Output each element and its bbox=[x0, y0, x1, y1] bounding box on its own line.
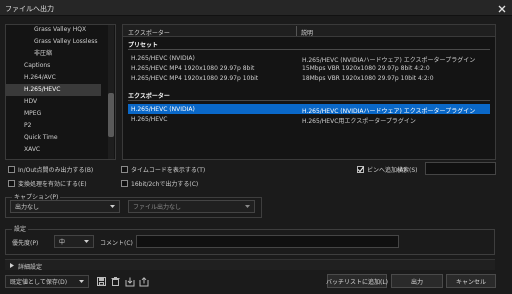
category-item[interactable]: Grass Valley HQX bbox=[6, 25, 101, 36]
exporter-row[interactable]: H.265/HEVC H.265/HEVC用エクスポータープラグイン bbox=[128, 114, 490, 125]
category-item[interactable]: H.265/HEVC bbox=[6, 84, 101, 96]
category-item[interactable]: 非圧縮 bbox=[6, 48, 101, 60]
bit16-checkbox[interactable] bbox=[121, 180, 128, 187]
delete-preset-button[interactable] bbox=[110, 276, 121, 287]
category-item[interactable]: Quick Time bbox=[6, 132, 101, 144]
export-icon bbox=[139, 276, 148, 286]
search-label: 検索(S) bbox=[397, 167, 418, 174]
detail-settings-bar[interactable]: 詳細設定 bbox=[5, 259, 495, 271]
trash-icon bbox=[111, 277, 120, 286]
exporter-row[interactable]: H.265/HEVC (NVIDIA) H.265/HEVC (NVIDIAハード… bbox=[128, 104, 490, 115]
checkmark-icon bbox=[357, 166, 364, 173]
priority-select-value: 中 bbox=[59, 239, 66, 246]
category-item[interactable]: P2 bbox=[6, 120, 101, 132]
comment-input[interactable] bbox=[136, 235, 399, 248]
output-button[interactable]: 出力 bbox=[391, 274, 443, 288]
close-icon bbox=[498, 5, 505, 12]
category-item[interactable]: HDV bbox=[6, 96, 101, 108]
row-name: H.265/HEVC bbox=[131, 116, 168, 123]
column-description[interactable]: 説明 bbox=[301, 28, 313, 37]
bin-add-checkbox[interactable] bbox=[357, 166, 364, 173]
convert-checkbox[interactable] bbox=[8, 180, 15, 187]
convert-option[interactable]: 変換処理を有効にする(E) bbox=[8, 179, 87, 188]
priority-select[interactable]: 中 bbox=[54, 235, 94, 248]
category-scroll-thumb[interactable] bbox=[108, 93, 114, 137]
chevron-down-icon bbox=[110, 205, 115, 208]
timecode-checkbox[interactable] bbox=[121, 166, 128, 173]
exporter-list-header: エクスポーター 説明 bbox=[123, 25, 495, 37]
preset-section-label: プリセット bbox=[128, 42, 159, 49]
exporter-row[interactable]: H.265/HEVC (NVIDIA) H.265/HEVC (NVIDIAハード… bbox=[128, 53, 490, 64]
import-icon bbox=[125, 277, 134, 286]
comment-label: コメント(C) bbox=[100, 240, 133, 247]
window-title: ファイルへ出力 bbox=[5, 5, 54, 13]
caption-file-select-value: ファイル出力なし bbox=[133, 204, 182, 211]
chevron-down-icon bbox=[245, 205, 250, 208]
chevron-right-icon bbox=[10, 263, 14, 268]
category-scrollbar[interactable] bbox=[108, 25, 114, 159]
convert-label: 変換処理を有効にする(E) bbox=[18, 181, 87, 188]
chevron-down-icon bbox=[79, 280, 84, 283]
bit16-label: 16bit/2chで出力する(C) bbox=[131, 181, 199, 188]
column-exporter[interactable]: エクスポーター bbox=[128, 28, 170, 37]
add-to-batch-button[interactable]: バッチリストに追加(L) bbox=[326, 274, 388, 288]
timecode-label: タイムコードを表示する(T) bbox=[131, 167, 206, 174]
inout-checkbox[interactable] bbox=[8, 166, 15, 173]
search-input[interactable] bbox=[425, 162, 496, 175]
preset-section-divider bbox=[128, 49, 490, 50]
category-list[interactable]: Grass Valley HQX Grass Valley Lossless 非圧縮… bbox=[5, 24, 116, 160]
timecode-option[interactable]: タイムコードを表示する(T) bbox=[121, 165, 205, 174]
category-item[interactable]: Grass Valley Lossless bbox=[6, 36, 101, 48]
exporter-list[interactable]: エクスポーター 説明 プリセット H.265/HEVC (NVIDIA) H.26… bbox=[122, 24, 496, 160]
inout-label: In/Out点間のみ出力する(B) bbox=[18, 167, 94, 174]
bit16-option[interactable]: 16bit/2chで出力する(C) bbox=[121, 179, 198, 188]
exporter-row[interactable]: H.265/HEVC MP4 1920x1080 29.97p 10bit 18M… bbox=[128, 73, 490, 83]
settings-group-label: 設定 bbox=[12, 224, 29, 233]
column-divider[interactable] bbox=[296, 26, 297, 36]
exporter-section-label: エクスポーター bbox=[128, 93, 170, 100]
row-name: H.265/HEVC MP4 1920x1080 29.97p 8bit bbox=[131, 65, 255, 72]
row-name: H.265/HEVC (NVIDIA) bbox=[131, 55, 195, 62]
category-item[interactable]: Captions bbox=[6, 60, 101, 72]
category-items: Grass Valley HQX Grass Valley Lossless 非圧縮… bbox=[6, 25, 109, 156]
caption-file-select[interactable]: ファイル出力なし bbox=[128, 200, 255, 213]
row-name: H.265/HEVC MP4 1920x1080 29.97p 10bit bbox=[131, 75, 259, 82]
inout-option[interactable]: In/Out点間のみ出力する(B) bbox=[8, 165, 93, 174]
close-button[interactable] bbox=[496, 3, 507, 14]
category-item[interactable]: MPEG bbox=[6, 108, 101, 120]
floppy-disk-icon bbox=[97, 277, 106, 286]
caption-select[interactable]: 出力なし bbox=[10, 200, 120, 213]
title-bar: ファイルへ出力 bbox=[0, 0, 512, 16]
category-item[interactable]: XAVC bbox=[6, 144, 101, 156]
exporter-row[interactable]: H.265/HEVC MP4 1920x1080 29.97p 8bit 15Mb… bbox=[128, 63, 490, 73]
detail-settings-label: 詳細設定 bbox=[18, 264, 43, 271]
row-description: 15Mbps VBR 1920x1080 29.97p 8bit 4:2:0 bbox=[302, 65, 430, 72]
exporter-section-divider bbox=[128, 100, 490, 101]
chevron-down-icon bbox=[84, 240, 89, 243]
caption-select-value: 出力なし bbox=[15, 204, 40, 211]
save-default-button[interactable]: 既定値として保存(D) bbox=[5, 275, 89, 288]
export-preset-button[interactable] bbox=[138, 276, 149, 287]
save-preset-button[interactable] bbox=[96, 276, 107, 287]
row-description: H.265/HEVC用エクスポータープラグイン bbox=[302, 118, 416, 125]
save-default-label: 既定値として保存(D) bbox=[10, 279, 68, 286]
cancel-button[interactable]: キャンセル bbox=[446, 274, 496, 288]
import-preset-button[interactable] bbox=[124, 276, 135, 287]
row-description: 18Mbps VBR 1920x1080 29.97p 10bit 4:2:0 bbox=[302, 75, 434, 82]
row-name: H.265/HEVC (NVIDIA) bbox=[131, 106, 195, 113]
priority-label: 優先度(P) bbox=[12, 240, 39, 247]
category-item[interactable]: H.264/AVC bbox=[6, 72, 101, 84]
